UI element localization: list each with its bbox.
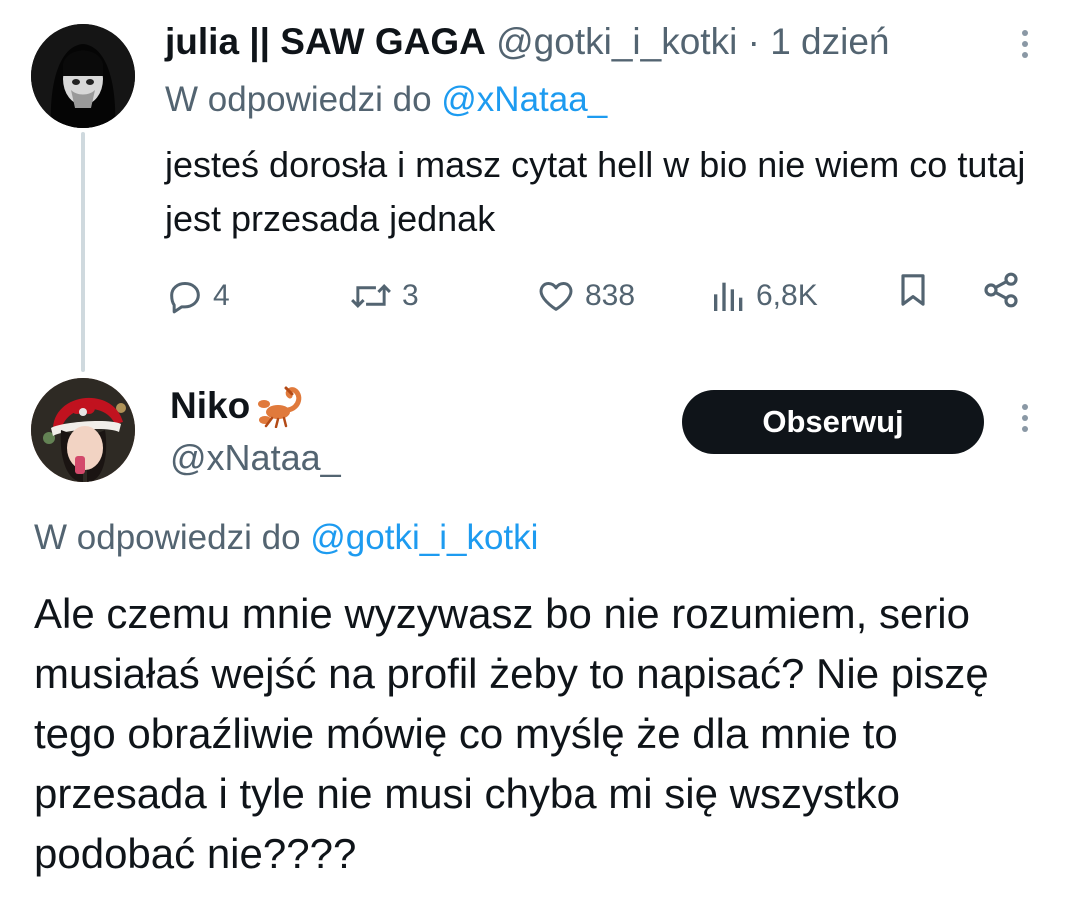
tweet-text: jesteś dorosła i masz cytat hell w bio n…	[165, 144, 1026, 239]
follow-button[interactable]: Obserwuj	[682, 390, 984, 454]
handle[interactable]: @gotki_i_kotki	[496, 21, 737, 62]
tweet-thread: julia || SAW GAGA @gotki_i_kotki · 1 dzi…	[0, 0, 1080, 915]
bookmark-button[interactable]	[893, 270, 933, 310]
reply-prefix: W odpowiedzi do	[34, 518, 301, 557]
display-name[interactable]: julia || SAW GAGA	[165, 21, 486, 62]
retweet-count: 3	[402, 279, 419, 312]
heart-icon	[539, 282, 573, 311]
reply-context: W odpowiedzi do @gotki_i_kotki	[34, 512, 538, 564]
tweet1-header: julia || SAW GAGA @gotki_i_kotki · 1 dzi…	[165, 16, 890, 68]
reply-button[interactable]: 4	[165, 270, 230, 322]
reply-context: W odpowiedzi do @xNataa_	[165, 74, 607, 126]
avatar[interactable]	[31, 24, 135, 128]
display-name[interactable]: Niko	[170, 380, 250, 432]
retweet-button[interactable]: 3	[348, 270, 419, 322]
share-icon	[984, 272, 1018, 308]
views-count: 6,8K	[756, 279, 818, 312]
reply-prefix: W odpowiedzi do	[165, 80, 432, 119]
avatar[interactable]	[31, 378, 135, 482]
scorpion-emoji-icon	[258, 386, 302, 428]
more-icon[interactable]	[1019, 30, 1031, 58]
reply-icon	[170, 282, 200, 314]
reply-to-link[interactable]: @xNataa_	[441, 80, 607, 119]
reply-count: 4	[213, 279, 230, 312]
like-button[interactable]: 838	[535, 270, 635, 322]
more-icon[interactable]	[1019, 404, 1031, 432]
share-button[interactable]	[980, 270, 1022, 310]
timestamp[interactable]: 1 dzień	[770, 21, 889, 62]
views-button[interactable]: 6,8K	[710, 270, 818, 322]
tweet-text: Ale czemu mnie wyzywasz bo nie rozumiem,…	[34, 590, 989, 877]
thread-connector-line	[81, 132, 85, 372]
tweet2-display-name-row: Niko	[170, 380, 306, 432]
views-icon	[714, 282, 743, 311]
separator: ·	[747, 21, 760, 62]
action-bar: 4 3 838 6,8K	[0, 270, 1080, 322]
bookmark-icon	[901, 274, 925, 306]
reply-to-link[interactable]: @gotki_i_kotki	[310, 518, 538, 557]
handle[interactable]: @xNataa_	[170, 432, 341, 484]
retweet-icon	[351, 284, 391, 308]
like-count: 838	[585, 279, 636, 312]
